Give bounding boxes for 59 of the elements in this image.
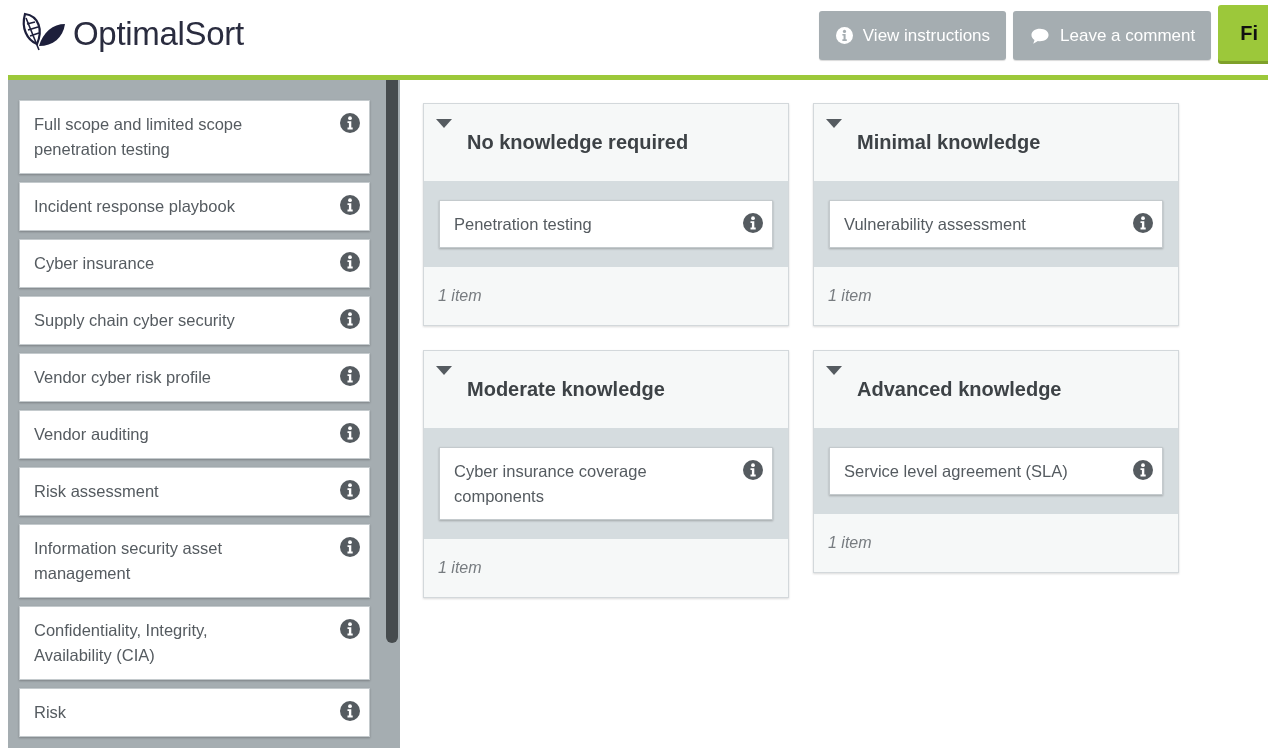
- info-icon: [835, 27, 853, 44]
- info-icon[interactable]: [1133, 460, 1153, 480]
- info-icon[interactable]: [340, 480, 360, 500]
- card-label: Full scope and limited scope penetration testing: [34, 114, 244, 160]
- card-item[interactable]: Vendor auditing: [19, 410, 370, 459]
- card-item[interactable]: Vendor cyber risk profile: [19, 353, 370, 402]
- card-item[interactable]: Risk: [19, 688, 370, 737]
- item-count: 1 item: [438, 559, 482, 577]
- info-icon[interactable]: [340, 309, 360, 329]
- info-icon[interactable]: [743, 460, 763, 480]
- info-icon[interactable]: [340, 423, 360, 443]
- info-icon[interactable]: [340, 537, 360, 557]
- item-count: 1 item: [438, 287, 482, 305]
- card-item[interactable]: Cyber insurance coverage components: [439, 447, 773, 520]
- info-icon[interactable]: [340, 195, 360, 215]
- speech-bubble-icon: [1030, 26, 1051, 45]
- card-item[interactable]: Full scope and limited scope penetration testing: [19, 100, 370, 174]
- card-label: Incident response playbook: [34, 196, 235, 217]
- card-label: Confidentiality, Integrity, Availability (CIA): [34, 620, 209, 666]
- category-title: Minimal knowledge: [857, 131, 1041, 154]
- scrollbar-thumb[interactable]: [386, 80, 398, 643]
- finish-button[interactable]: Fi: [1218, 5, 1268, 61]
- info-icon[interactable]: [1133, 213, 1153, 233]
- card-label: Vendor auditing: [34, 424, 149, 445]
- caret-icon[interactable]: [825, 366, 843, 375]
- item-count: 1 item: [828, 534, 872, 552]
- card-label: Cyber insurance coverage components: [454, 461, 648, 507]
- info-icon[interactable]: [743, 213, 763, 233]
- card-item[interactable]: Cyber insurance: [19, 239, 370, 288]
- card-label: Vendor cyber risk profile: [34, 367, 211, 388]
- item-count: 1 item: [828, 287, 872, 305]
- info-icon[interactable]: [340, 366, 360, 386]
- info-icon[interactable]: [340, 252, 360, 272]
- logo-text: OptimalSort: [73, 15, 244, 53]
- card-item[interactable]: Vulnerability assessment: [829, 200, 1163, 248]
- info-icon[interactable]: [340, 619, 360, 639]
- card-label: Penetration testing: [454, 214, 592, 235]
- card-item[interactable]: Information security asset management: [19, 524, 370, 598]
- category-title: Advanced knowledge: [857, 378, 1062, 401]
- caret-icon[interactable]: [435, 366, 453, 375]
- card-label: Vulnerability assessment: [844, 214, 1026, 235]
- card-label: Risk: [34, 702, 67, 723]
- category-title: No knowledge required: [467, 131, 689, 154]
- card-item[interactable]: Service level agreement (SLA): [829, 447, 1163, 495]
- info-icon[interactable]: [340, 113, 360, 133]
- card-label: Cyber insurance: [34, 253, 155, 274]
- caret-icon[interactable]: [825, 119, 843, 128]
- card-label: Service level agreement (SLA): [844, 461, 1068, 482]
- card-label: Risk assessment: [34, 481, 159, 502]
- card-label: Supply chain cyber security: [34, 310, 235, 331]
- card-item[interactable]: Confidentiality, Integrity, Availability (CIA): [19, 606, 370, 680]
- category-title: Moderate knowledge: [467, 378, 665, 401]
- card-item[interactable]: Risk assessment: [19, 467, 370, 516]
- card-item[interactable]: Supply chain cyber security: [19, 296, 370, 345]
- caret-icon[interactable]: [435, 119, 453, 128]
- card-item[interactable]: Incident response playbook: [19, 182, 370, 231]
- card-label: Information security asset management: [34, 538, 223, 584]
- info-icon[interactable]: [340, 701, 360, 721]
- card-item[interactable]: Penetration testing: [439, 200, 773, 248]
